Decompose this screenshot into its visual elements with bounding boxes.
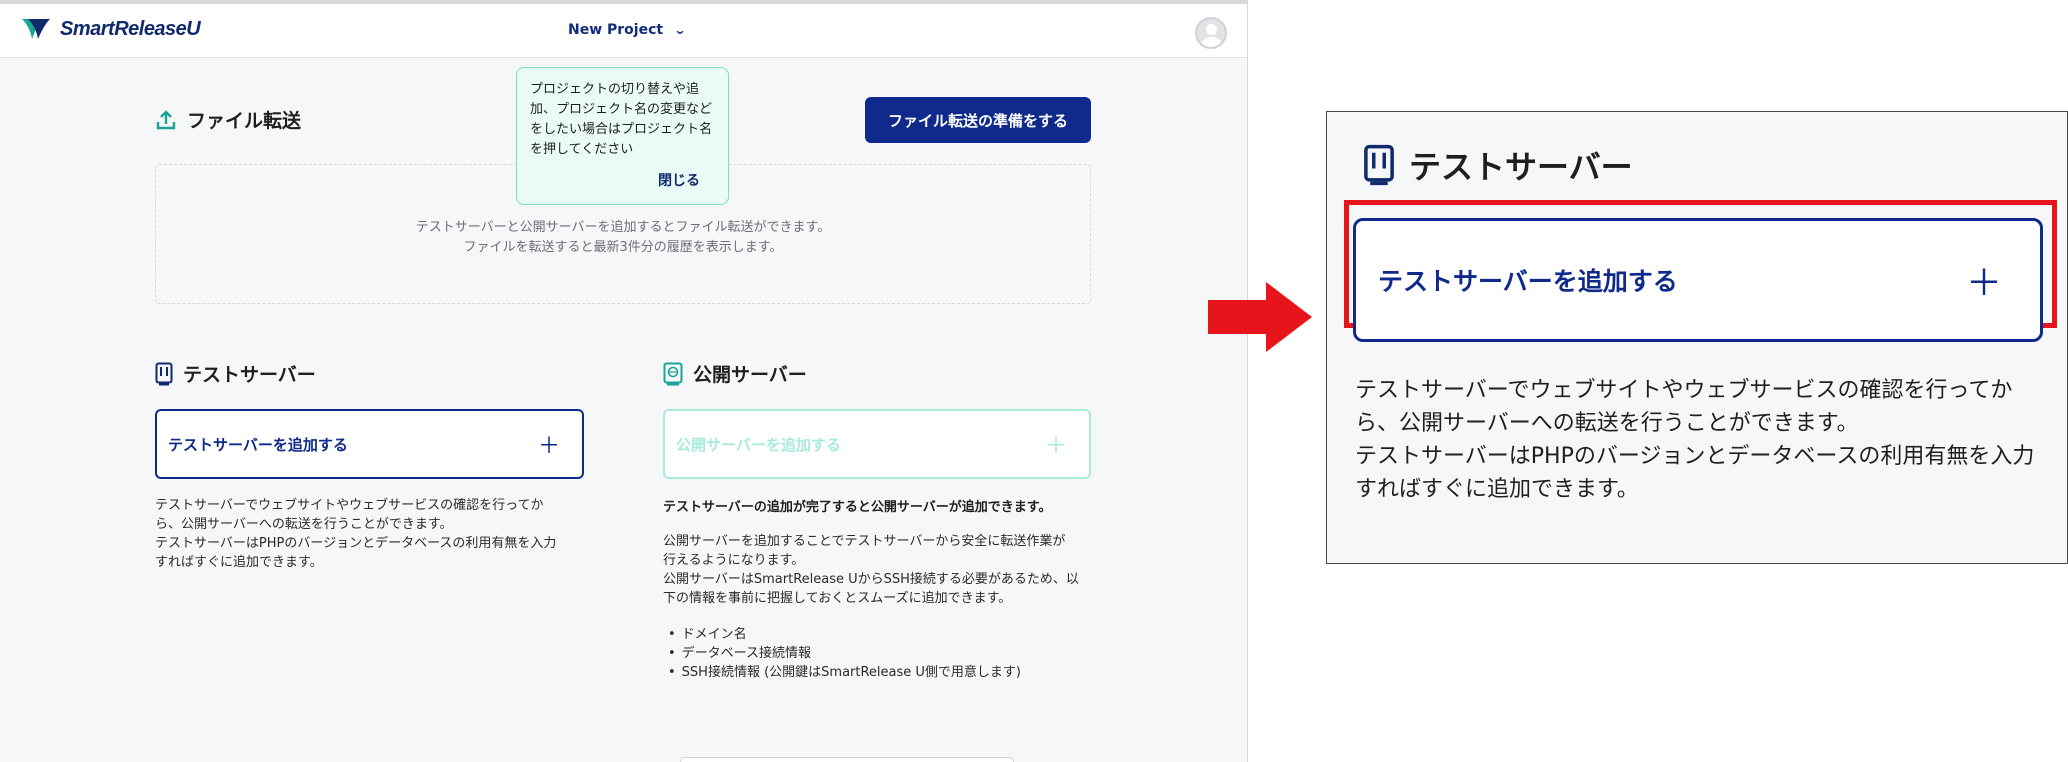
- file-transfer-title: ファイル転送: [155, 106, 301, 133]
- list-item: ドメイン名: [668, 625, 1021, 644]
- zoom-add-label: テストサーバーを追加する: [1378, 267, 1678, 296]
- empty-state-line: ファイルを転送すると最新3件分の履歴を表示します。: [463, 240, 783, 255]
- add-test-server-button[interactable]: テストサーバーを追加する ＋: [155, 409, 584, 479]
- right-arrow-icon: [1208, 282, 1312, 352]
- file-transfer-heading: ファイル転送: [187, 110, 302, 132]
- logo-text: SmartReleaseU: [60, 17, 201, 40]
- project-selector[interactable]: New Project ⌄: [568, 22, 687, 38]
- tooltip-close-button[interactable]: 閉じる: [658, 170, 700, 190]
- logo-mark-icon: [22, 19, 50, 39]
- test-server-title: テストサーバー: [155, 360, 316, 387]
- add-public-server-label: 公開サーバーを追加する: [676, 435, 841, 454]
- chevron-down-icon: ⌄: [673, 23, 687, 37]
- test-server-icon: [155, 362, 173, 385]
- list-item: データベース接続情報: [668, 644, 1021, 663]
- empty-state-line: テストサーバーと公開サーバーを追加するとファイル転送ができます。: [415, 220, 831, 235]
- logo[interactable]: SmartReleaseU: [20, 14, 201, 44]
- user-avatar-icon[interactable]: [1195, 17, 1227, 49]
- zoom-heading: テストサーバー: [1409, 148, 1633, 186]
- app-header: SmartReleaseU New Project ⌄: [0, 0, 1247, 58]
- project-tooltip: プロジェクトの切り替えや追 加、プロジェクト名の変更など をしたい場合はプロジェ…: [516, 67, 729, 205]
- zoom-title: テストサーバー: [1363, 142, 1633, 188]
- tooltip-message: プロジェクトの切り替えや追 加、プロジェクト名の変更など をしたい場合はプロジェ…: [530, 82, 713, 157]
- public-server-title: 公開サーバー: [663, 360, 807, 387]
- zoom-description: テストサーバーでウェブサイトやウェブサービスの確認を行ってか ら、公開サーバーへ…: [1355, 378, 2035, 502]
- test-server-heading: テストサーバー: [183, 364, 316, 386]
- plus-icon: ＋: [1965, 263, 2002, 304]
- project-name: New Project: [568, 22, 664, 38]
- app-screenshot: SmartReleaseU New Project ⌄ ファイル転送 ファイル転…: [0, 0, 1248, 762]
- plus-icon: ＋: [1044, 434, 1067, 459]
- test-server-description: テストサーバーでウェブサイトやウェブサービスの確認を行ってか ら、公開サーバーへ…: [155, 498, 557, 570]
- plus-icon: ＋: [537, 434, 560, 459]
- add-public-server-button-disabled: 公開サーバーを追加する ＋: [663, 409, 1091, 479]
- prepare-file-transfer-button[interactable]: ファイル転送の準備をする: [865, 97, 1091, 143]
- upload-icon: [156, 109, 176, 129]
- list-item: SSH接続情報 (公開鍵はSmartRelease U側で用意します): [668, 663, 1021, 682]
- public-server-description: 公開サーバーを追加することでテストサーバーから安全に転送作業が 行えるようになり…: [663, 534, 1079, 606]
- public-server-requirements: ドメイン名 データベース接続情報 SSH接続情報 (公開鍵はSmartRelea…: [668, 625, 1021, 682]
- public-server-icon: [663, 362, 683, 385]
- public-server-notice: テストサーバーの追加が完了すると公開サーバーが追加できます。: [663, 500, 1052, 515]
- add-test-server-label: テストサーバーを追加する: [168, 435, 348, 454]
- zoomed-test-server-panel: テストサーバー テストサーバーを追加する ＋ テストサーバーでウェブサイトやウェ…: [1326, 111, 2068, 564]
- test-server-icon: [1364, 144, 1394, 186]
- zoom-add-test-server-button[interactable]: テストサーバーを追加する ＋: [1353, 218, 2043, 342]
- bottom-panel-edge: [680, 757, 1014, 762]
- public-server-heading: 公開サーバー: [693, 364, 807, 386]
